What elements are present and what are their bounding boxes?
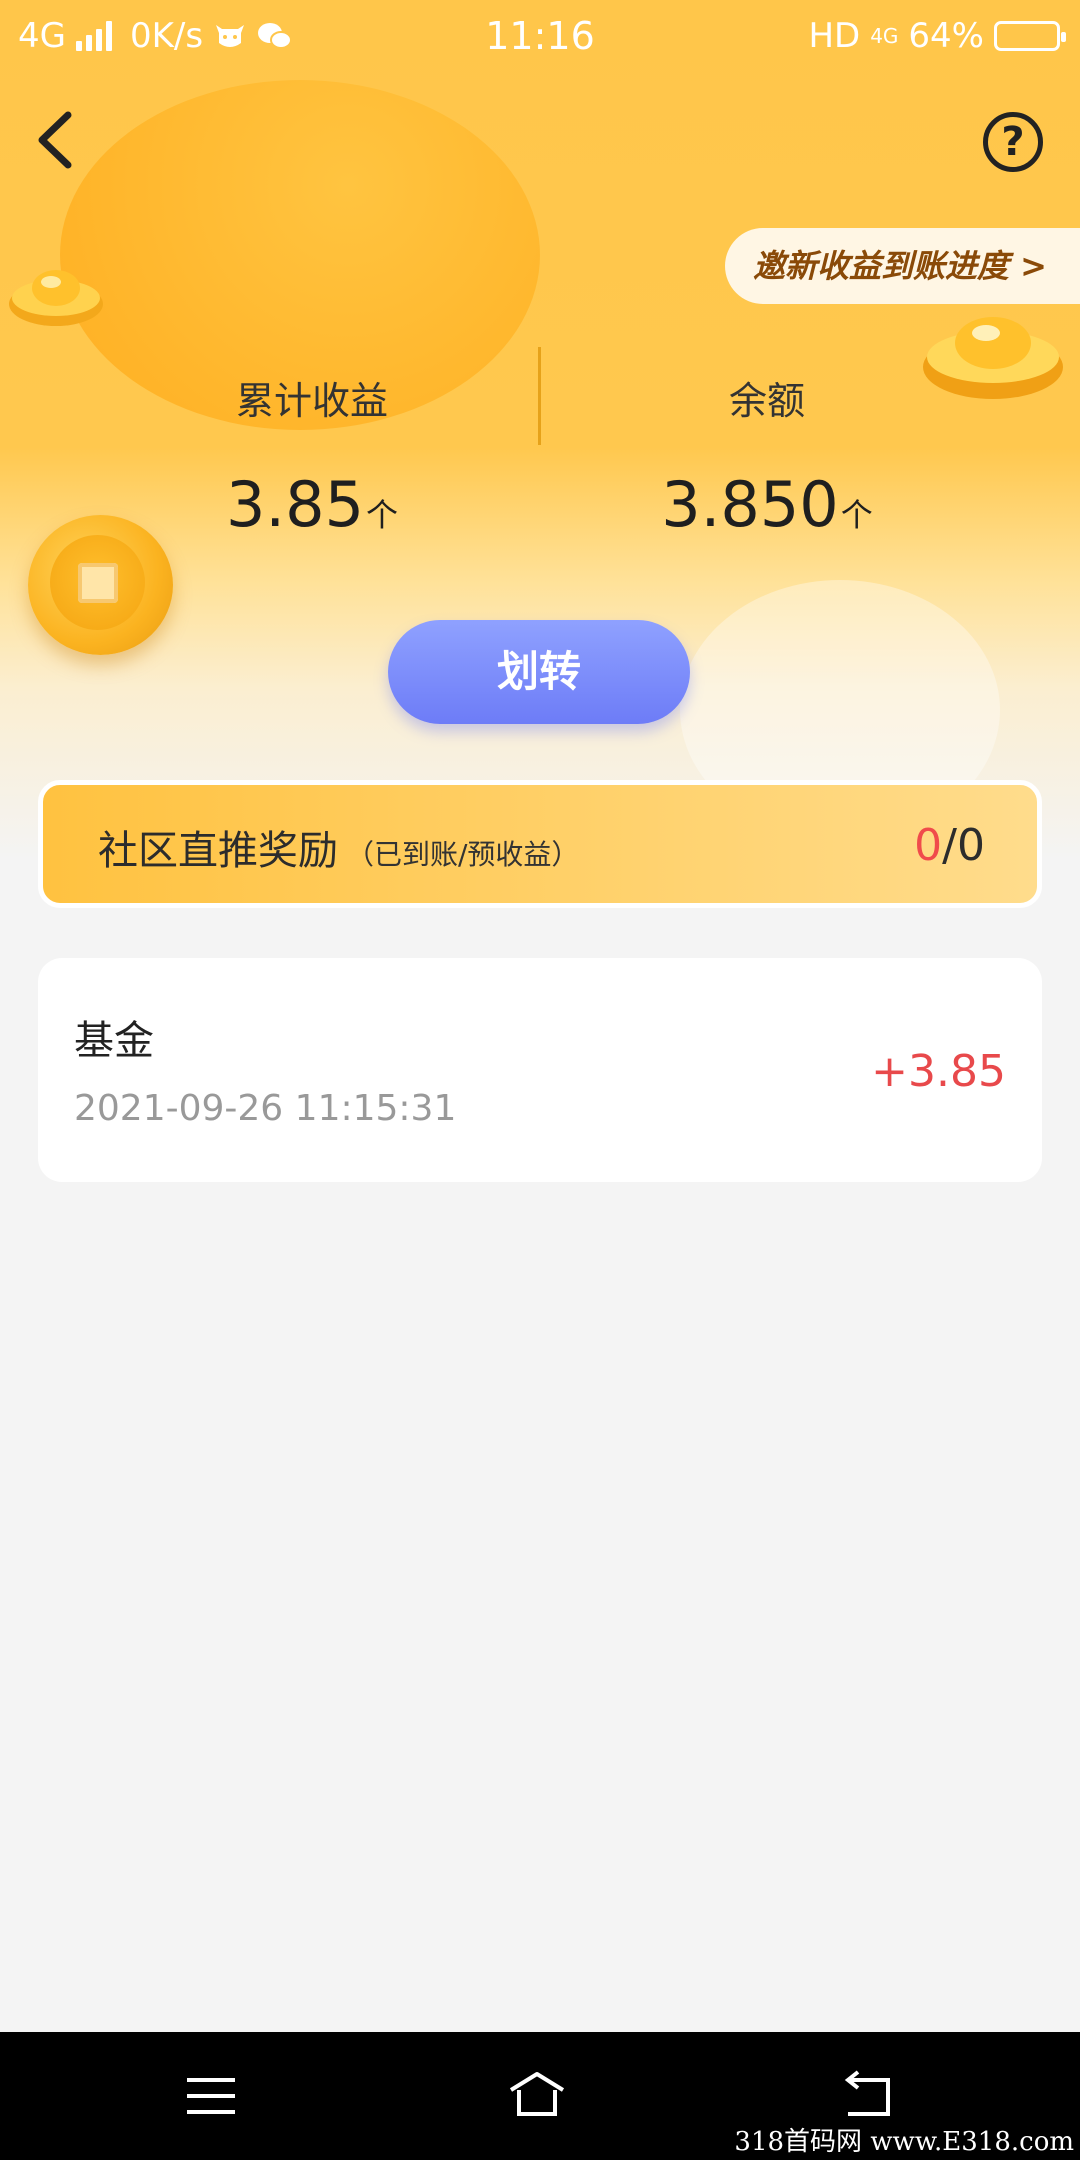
status-bar: 4G 0K/s 11:16 HD 4G 64%	[0, 0, 1080, 72]
invite-progress-link[interactable]: 邀新收益到账进度 >	[725, 228, 1080, 304]
home-icon[interactable]	[507, 2066, 567, 2126]
battery-icon	[994, 21, 1066, 51]
net-type-label: 4G	[870, 24, 899, 48]
help-button[interactable]: ?	[983, 112, 1043, 172]
balance-value: 3.850个	[567, 468, 967, 541]
hd-label: HD	[808, 16, 861, 56]
reward-count: 0/0	[914, 820, 985, 871]
balance-number: 3.850	[661, 468, 839, 541]
back-button[interactable]	[30, 105, 80, 175]
reward-received: 0	[914, 820, 943, 871]
community-reward-bar[interactable]: 社区直推奖励 （已到账/预收益） 0/0	[38, 780, 1042, 908]
gold-ingot-icon	[923, 317, 1063, 399]
system-nav-bar: 318首码网 www.E318.com	[0, 2032, 1080, 2160]
screen: 4G 0K/s 11:16 HD 4G 64% ? 邀新收益到账进度 > 累计收…	[0, 0, 1080, 2160]
reward-expected: 0	[957, 820, 985, 871]
total-earnings-label: 累计收益	[235, 379, 388, 423]
transaction-amount: +3.85	[871, 1046, 1006, 1097]
balance-label: 余额	[728, 379, 805, 423]
reward-separator: /	[942, 820, 957, 871]
transfer-button[interactable]: 划转	[388, 620, 690, 724]
total-earnings-value: 3.85个	[112, 468, 512, 541]
back-arrow-icon[interactable]	[838, 2066, 898, 2126]
reward-subtitle: （已到账/预收益）	[346, 838, 580, 871]
transaction-time: 2021-09-26 11:15:31	[74, 1088, 457, 1129]
reward-title: 社区直推奖励 （已到账/预收益）	[98, 818, 579, 876]
transaction-card[interactable]: 基金 2021-09-26 11:15:31 +3.85	[38, 958, 1042, 1182]
menu-icon[interactable]	[181, 2066, 241, 2126]
watermark: 318首码网 www.E318.com	[734, 2127, 1074, 2157]
total-earnings-number: 3.85	[225, 468, 365, 541]
reward-title-text: 社区直推奖励	[98, 828, 338, 874]
gold-ingot-icon	[9, 270, 103, 326]
transaction-title: 基金	[74, 1018, 154, 1064]
stat-divider	[538, 347, 541, 445]
battery-percent: 64%	[908, 16, 984, 56]
total-earnings-unit: 个	[366, 496, 399, 534]
balance-unit: 个	[840, 496, 873, 534]
